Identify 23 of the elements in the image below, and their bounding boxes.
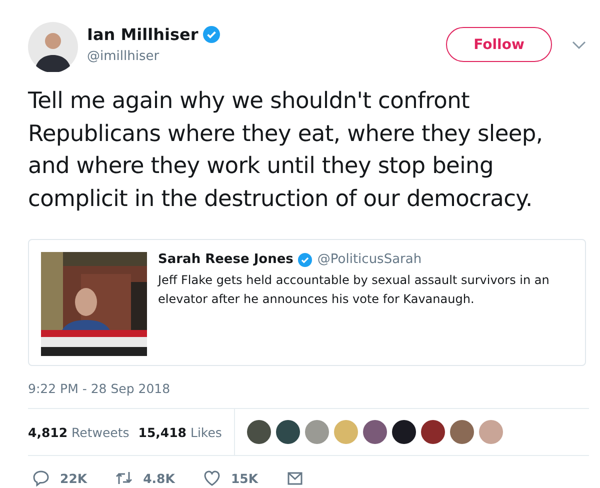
stat-link[interactable]: 15,418 Likes bbox=[138, 424, 222, 440]
avatar[interactable] bbox=[28, 22, 78, 72]
reply-icon bbox=[32, 469, 50, 487]
quoted-author-handle: @PoliticusSarah bbox=[317, 252, 422, 267]
retweet-icon bbox=[115, 469, 134, 487]
author-handle: @imillhiser bbox=[87, 49, 160, 64]
retweet-action[interactable]: 4.8K bbox=[115, 469, 175, 487]
liker-avatar[interactable] bbox=[276, 420, 300, 444]
chevron-down-icon[interactable] bbox=[572, 40, 586, 50]
reply-action[interactable]: 22K bbox=[32, 469, 88, 487]
liker-avatar[interactable] bbox=[420, 420, 445, 444]
tweet-text: Tell me again why we shouldn't confront Republicans where they eat, where they sleep, and where they work until they stop being complicit in the destruction of our democracy. bbox=[28, 87, 544, 214]
liker-avatar[interactable] bbox=[246, 420, 271, 444]
quoted-tweet-card[interactable]: Sarah Reese Jones @PoliticusSarah Jeff Flake gets held accountable by sexual assault survivors in an elevator after he announces his vote for Kavanaugh. bbox=[28, 239, 586, 366]
timestamp: 9:22 PM - 28 Sep 2018 bbox=[28, 381, 172, 396]
author-name[interactable]: Ian Millhiser bbox=[87, 25, 198, 44]
follow-button[interactable]: Follow bbox=[446, 27, 552, 62]
like-action[interactable]: 15K bbox=[202, 469, 258, 487]
stat-link[interactable]: 4,812 Retweets bbox=[28, 424, 130, 440]
quoted-tweet-text: Jeff Flake gets held accountable by sexual assault survivors in an elevator after he announces his vote for Kavanaugh. bbox=[158, 272, 550, 308]
liker-avatar[interactable] bbox=[392, 420, 416, 444]
quoted-author-name[interactable]: Sarah Reese Jones bbox=[158, 252, 294, 267]
heart-icon bbox=[202, 469, 221, 487]
